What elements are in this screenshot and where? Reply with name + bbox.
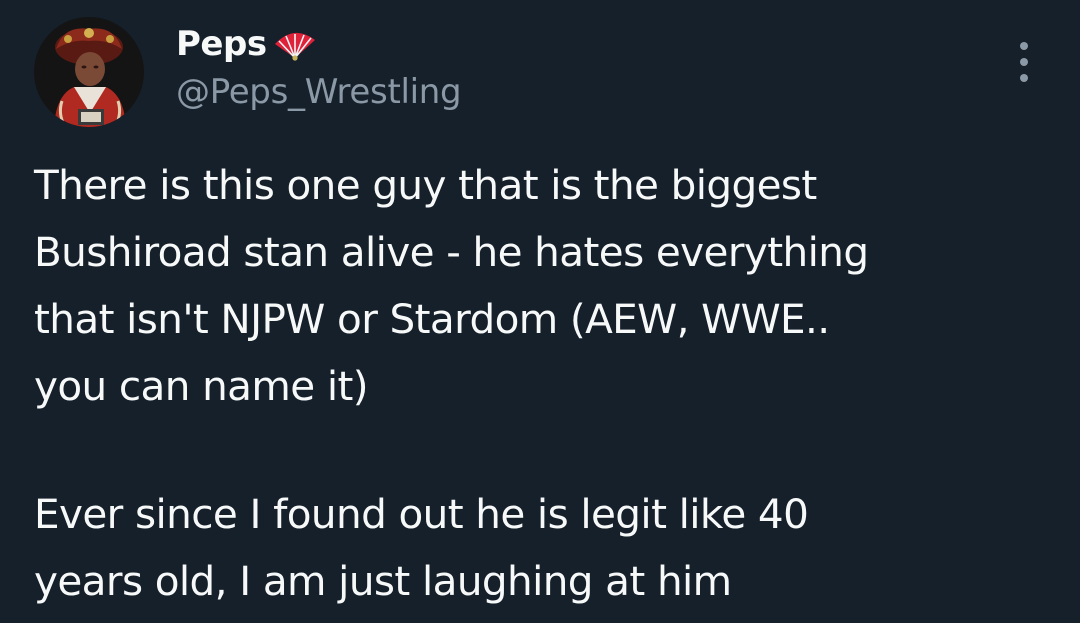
tweet: Peps @Peps_Wrestling There is this one g… — [0, 0, 1080, 623]
profile-avatar-image — [34, 17, 144, 127]
display-name[interactable]: Peps — [176, 24, 267, 64]
tweet-text-paragraph-2: Ever since I found out he is legit like … — [34, 490, 809, 605]
author-handle[interactable]: @Peps_Wrestling — [176, 72, 462, 112]
more-vertical-icon-dot — [1020, 58, 1028, 66]
more-vertical-icon — [1020, 42, 1028, 50]
author-name-row[interactable]: Peps — [176, 22, 319, 66]
avatar[interactable] — [34, 17, 144, 127]
more-vertical-icon-dot — [1020, 74, 1028, 82]
more-options-button[interactable] — [1006, 40, 1042, 84]
tweet-text-paragraph-1: There is this one guy that is the bigges… — [34, 161, 869, 410]
red-folding-fan-icon — [269, 30, 319, 62]
